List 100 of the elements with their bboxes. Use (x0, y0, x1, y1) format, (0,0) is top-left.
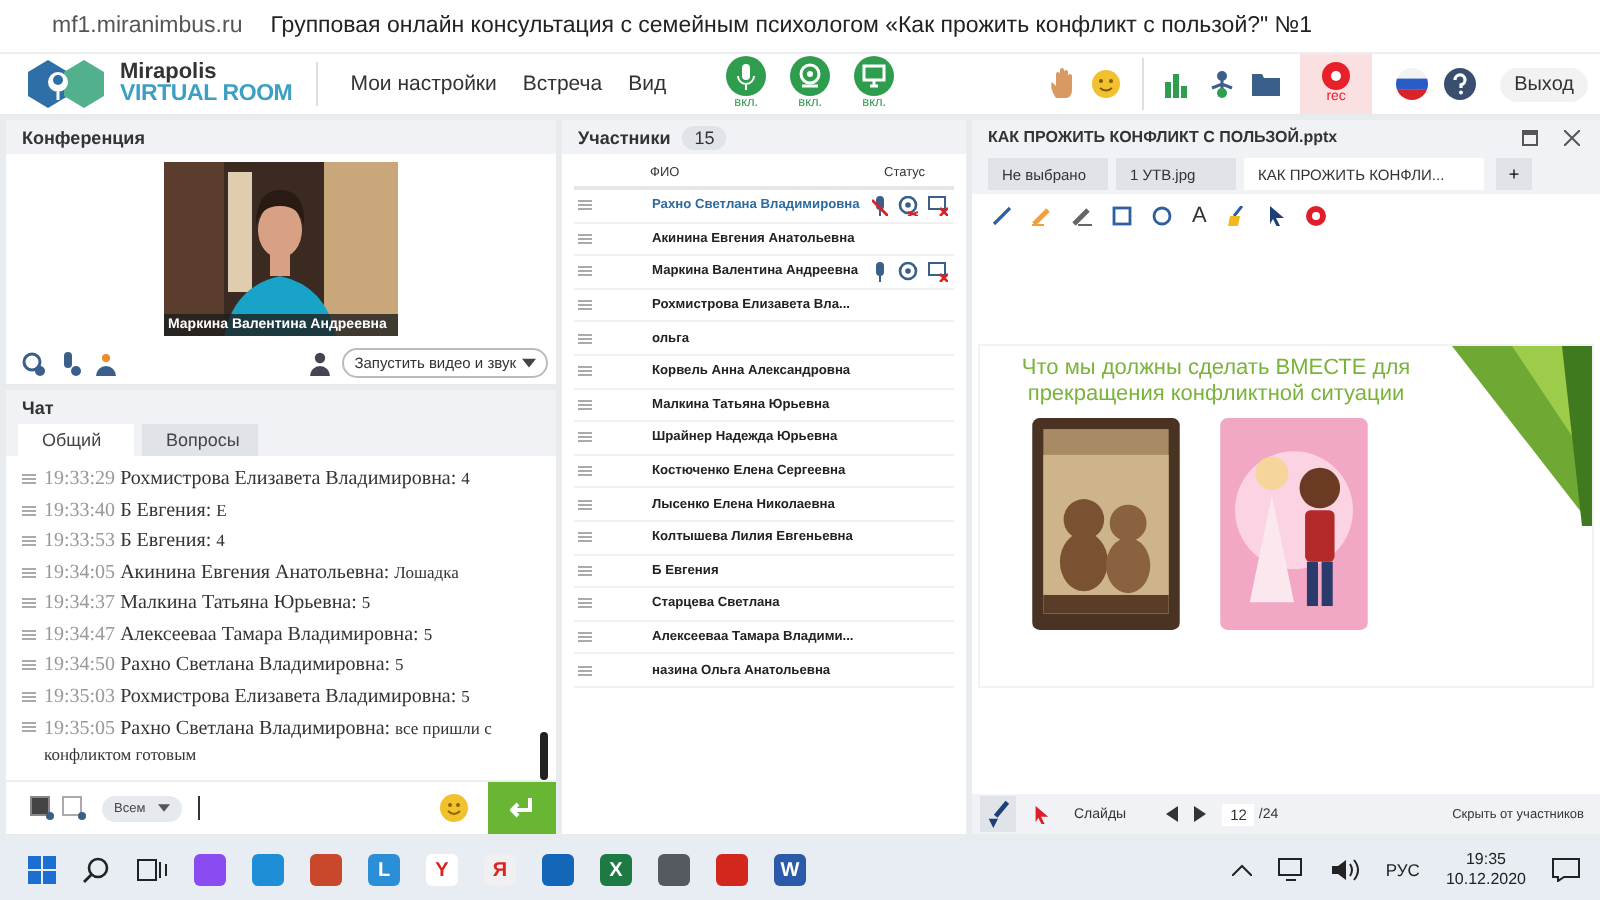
row-menu-icon[interactable] (578, 333, 592, 344)
brush-icon[interactable] (980, 796, 1016, 832)
message-menu-icon[interactable] (22, 536, 36, 546)
fill-icon[interactable] (1226, 206, 1247, 226)
row-menu-icon[interactable] (578, 266, 592, 277)
caret-icon (157, 804, 170, 812)
chat-message: 19:34:05 Акинина Евгения Анатольевна: Лошадка (44, 559, 459, 587)
taskbar-app-icon[interactable] (542, 854, 574, 886)
presentation-title: КАК ПРОЖИТЬ КОНФЛИКТ С ПОЛЬЗОЙ.pptx (988, 128, 1338, 146)
scrollbar-thumb[interactable] (540, 732, 548, 780)
logo-subtitle: VIRTUAL ROOM (120, 84, 293, 106)
next-icon[interactable] (1194, 806, 1207, 822)
chat-message: 19:33:29 Рохмистрова Елизавета Владимировна: 4 (44, 466, 470, 494)
help-icon[interactable] (1444, 68, 1477, 100)
pointer-icon[interactable] (1032, 805, 1050, 823)
taskbar-app-icon[interactable]: X (600, 854, 632, 886)
message-menu-icon[interactable] (22, 505, 36, 515)
row-menu-icon[interactable] (578, 665, 592, 676)
row-menu-icon[interactable] (578, 300, 592, 311)
row-menu-icon[interactable] (578, 366, 592, 377)
webcam-button[interactable] (790, 56, 831, 96)
message-menu-icon[interactable] (22, 567, 36, 577)
taskbar-app-icon[interactable] (194, 854, 226, 886)
taskbar-app-icon[interactable]: Y (426, 854, 458, 886)
enter-icon (510, 798, 534, 818)
chevron-up-icon[interactable] (1231, 864, 1252, 876)
smiley-icon[interactable] (1090, 68, 1123, 100)
slide-title: Что мы должны сделать ВМЕСТЕ для прекращения конфликтной ситуации (1019, 356, 1413, 409)
taskbar-app-icon[interactable] (658, 854, 690, 886)
message-menu-icon[interactable] (22, 691, 36, 701)
microphone-button[interactable] (726, 56, 767, 96)
circle-icon[interactable] (1152, 206, 1172, 226)
network-icon[interactable] (1277, 858, 1306, 882)
message-menu-icon[interactable] (22, 660, 36, 670)
notification-icon[interactable] (1552, 858, 1580, 882)
row-menu-icon[interactable] (578, 499, 592, 510)
chat-message: 19:33:40 Б Евгения: Е (44, 497, 227, 525)
taskbar-app-icon[interactable]: W (774, 854, 806, 886)
taskbar-app-icon[interactable]: Я (484, 854, 516, 886)
menu-item[interactable]: Вид (628, 72, 667, 96)
message-menu-icon[interactable] (22, 598, 36, 608)
screen-share-button[interactable] (854, 56, 895, 96)
start-icon[interactable] (28, 856, 56, 884)
row-menu-icon[interactable] (578, 466, 592, 477)
message-menu-icon[interactable] (22, 629, 36, 639)
row-menu-icon[interactable] (578, 532, 592, 543)
user-group-icon[interactable] (94, 351, 118, 375)
exit-button[interactable]: Выход (1500, 67, 1588, 101)
message-menu-icon[interactable] (22, 474, 36, 484)
chat-message: 19:34:37 Малкина Татьяна Юрьевна: 5 (44, 590, 371, 618)
row-menu-icon[interactable] (578, 598, 592, 609)
pointer-icon[interactable] (1266, 206, 1287, 226)
rectangle-icon[interactable] (1112, 206, 1132, 226)
participant-count: 15 (682, 125, 727, 149)
clock-time[interactable]: 19:35 (1465, 850, 1506, 870)
taskbar-app-icon[interactable] (310, 854, 342, 886)
chat-title: Чат (6, 390, 556, 424)
url-text[interactable]: mf1.miranimbus.ru (52, 14, 243, 38)
clock-date[interactable]: 10.12.2020 (1445, 870, 1526, 890)
chat-tab[interactable]: Вопросы (142, 424, 258, 456)
record-icon[interactable] (1322, 62, 1351, 90)
close-icon[interactable] (1564, 129, 1580, 145)
taskbar-app-icon[interactable] (252, 854, 284, 886)
text-color-icon[interactable] (30, 796, 54, 820)
taskbar-app-icon[interactable] (716, 854, 748, 886)
row-menu-icon[interactable] (578, 399, 592, 410)
marker-icon[interactable] (1032, 206, 1052, 226)
add-tab-button[interactable]: + (1496, 158, 1532, 190)
chat-message: 19:34:50 Рахно Светлана Владимировна: 5 (44, 652, 404, 680)
search-icon[interactable] (82, 856, 110, 884)
maximize-icon[interactable] (1522, 129, 1538, 145)
volume-icon[interactable] (1331, 858, 1360, 882)
page-title: Групповая онлайн консультация с семейным психологом «Как прожить конфликт с пользой?" №1 (270, 14, 1313, 38)
text-tool[interactable]: A (1192, 206, 1207, 226)
folder-icon[interactable] (1252, 72, 1281, 96)
row-menu-icon[interactable] (578, 200, 592, 211)
menu-item[interactable]: Мои настройки (350, 72, 497, 96)
row-menu-icon[interactable] (578, 432, 592, 443)
message-menu-icon[interactable] (22, 722, 36, 732)
menu-item[interactable]: Встреча (522, 72, 603, 96)
language-indicator[interactable]: РУС (1385, 860, 1420, 880)
row-menu-icon[interactable] (578, 632, 592, 643)
row-menu-icon[interactable] (578, 233, 592, 244)
background-color-icon[interactable] (62, 796, 86, 820)
clear-icon[interactable] (1306, 206, 1327, 226)
chat-message: 19:35:03 Рохмистрова Елизавета Владимировна: 5 (44, 683, 470, 711)
user-icon[interactable] (310, 351, 331, 375)
bar-chart-icon[interactable] (1164, 70, 1193, 98)
logo-title: Mirapolis (120, 62, 219, 84)
network-icon[interactable] (1208, 70, 1237, 98)
pen-icon[interactable] (992, 206, 1012, 226)
conference-title: Конференция (6, 120, 556, 154)
language-flag-icon[interactable] (1396, 68, 1429, 100)
chat-tab[interactable]: Общий (18, 424, 134, 456)
previous-icon[interactable] (1166, 806, 1179, 822)
task-view-icon[interactable] (136, 856, 168, 884)
emoji-icon[interactable] (440, 794, 468, 822)
pencil-icon[interactable] (1072, 206, 1092, 226)
participants-title: Участники (578, 127, 671, 147)
row-menu-icon[interactable] (578, 565, 592, 576)
